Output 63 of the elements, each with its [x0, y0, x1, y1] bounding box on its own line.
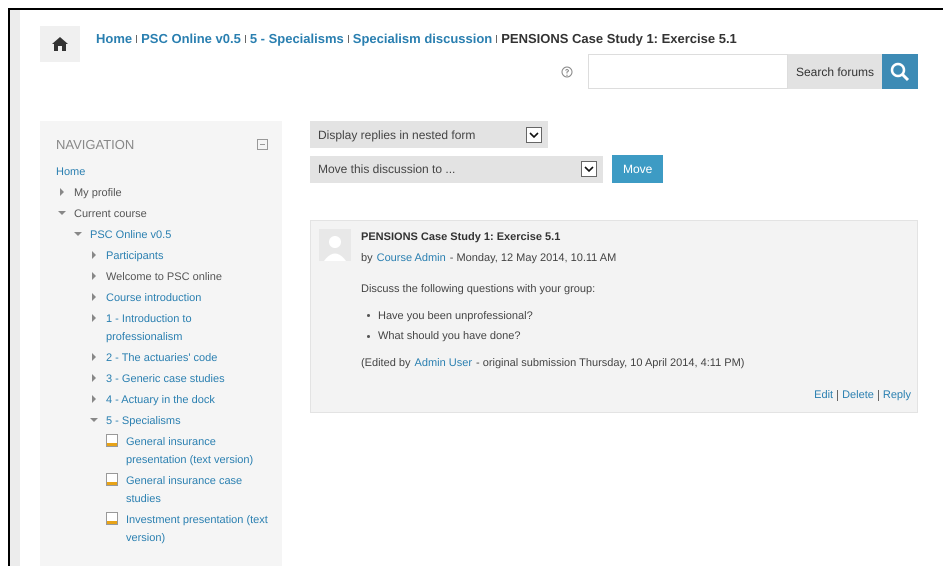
- breadcrumb-link[interactable]: Specialism discussion: [352, 29, 492, 48]
- edited-note: (Edited by: [361, 356, 411, 370]
- navigation-link[interactable]: 1 - Introduction to professionalism: [106, 310, 268, 346]
- home-icon: [52, 37, 68, 51]
- bullet-text: Have you been unprofessional?: [378, 308, 533, 324]
- expanded-arrow-icon[interactable]: [58, 208, 66, 216]
- navigation-link[interactable]: Investment presentation (text version): [126, 510, 268, 546]
- navigation-link[interactable]: PSC Online v0.5: [90, 226, 172, 244]
- collapsed-arrow-icon[interactable]: [90, 250, 98, 258]
- dropdown-icon: [526, 126, 542, 142]
- collapsed-arrow-icon[interactable]: [90, 352, 98, 360]
- navigation-link[interactable]: General insurance case studies: [126, 472, 268, 508]
- bullet-icon: [367, 314, 370, 318]
- post-text: Discuss the following questions with your group:: [361, 282, 596, 297]
- post-action-link[interactable]: Reply: [882, 387, 911, 404]
- author-link[interactable]: Course Admin: [376, 250, 446, 266]
- byline-text: by: [361, 250, 373, 266]
- search-field[interactable]: [588, 54, 788, 89]
- help-icon[interactable]: [560, 66, 573, 78]
- post-subject: PENSIONS Case Study 1: Exercise 5.1: [361, 230, 562, 245]
- bullet-icon: [367, 334, 370, 338]
- breadcrumb-link[interactable]: 5 - Specialisms: [250, 29, 344, 48]
- collapse-icon[interactable]: [257, 139, 268, 150]
- move-button[interactable]: Move: [612, 155, 664, 183]
- navigation-link[interactable]: 2 - The actuaries' code: [106, 348, 218, 366]
- navigation-link[interactable]: 5 - Specialisms: [106, 412, 181, 430]
- page-icon: [106, 512, 118, 524]
- breadcrumb-link[interactable]: Home: [96, 29, 132, 48]
- navigation-link[interactable]: Participants: [106, 246, 164, 264]
- collapsed-arrow-icon[interactable]: [58, 188, 66, 196]
- navigation-link[interactable]: 4 - Actuary in the dock: [106, 390, 215, 408]
- page-icon: [106, 472, 118, 486]
- navigation-link[interactable]: 3 - Generic case studies: [106, 370, 225, 388]
- collapsed-arrow-icon[interactable]: [90, 374, 98, 382]
- post-date: - Monday, 12 May 2014, 10.11 AM: [450, 250, 616, 266]
- collapsed-arrow-icon[interactable]: [90, 314, 98, 322]
- search-button[interactable]: [882, 54, 918, 89]
- collapsed-arrow-icon[interactable]: [90, 292, 98, 300]
- home-button[interactable]: [40, 26, 80, 62]
- expanded-arrow-icon[interactable]: [74, 230, 82, 238]
- expanded-arrow-icon[interactable]: [90, 416, 98, 424]
- navigation-label: Current course: [74, 206, 147, 222]
- edited-note: - original submission Thursday, 10 April 2014, 4:11 PM): [476, 356, 744, 370]
- search-icon: [890, 62, 910, 82]
- editor-link[interactable]: Admin User: [414, 354, 472, 371]
- navigation-link[interactable]: General insurance presentation (text version): [126, 432, 268, 468]
- page-icon: [106, 434, 118, 446]
- post-action-link[interactable]: Delete: [842, 387, 874, 404]
- bullet-text: What should you have done?: [378, 329, 520, 344]
- navigation-label: Welcome to PSC online: [106, 270, 222, 284]
- display-mode-select[interactable]: Display replies in nested form: [310, 121, 548, 148]
- post-action-link[interactable]: Edit: [814, 387, 834, 404]
- collapsed-arrow-icon[interactable]: [90, 272, 98, 280]
- breadcrumb-link[interactable]: PSC Online v0.5: [141, 29, 241, 48]
- move-select[interactable]: Move this discussion to ...: [310, 156, 603, 182]
- navigation-link[interactable]: Home: [56, 162, 86, 180]
- collapsed-arrow-icon[interactable]: [90, 394, 98, 402]
- dropdown-icon: [581, 161, 597, 177]
- search-forums-button[interactable]: Search forums: [788, 54, 882, 89]
- navigation-link[interactable]: Course introduction: [106, 288, 202, 306]
- breadcrumb-current: PENSIONS Case Study 1: Exercise 5.1: [501, 30, 737, 48]
- navigation-title: NAVIGATION: [56, 136, 134, 154]
- navigation-label: My profile: [74, 186, 122, 200]
